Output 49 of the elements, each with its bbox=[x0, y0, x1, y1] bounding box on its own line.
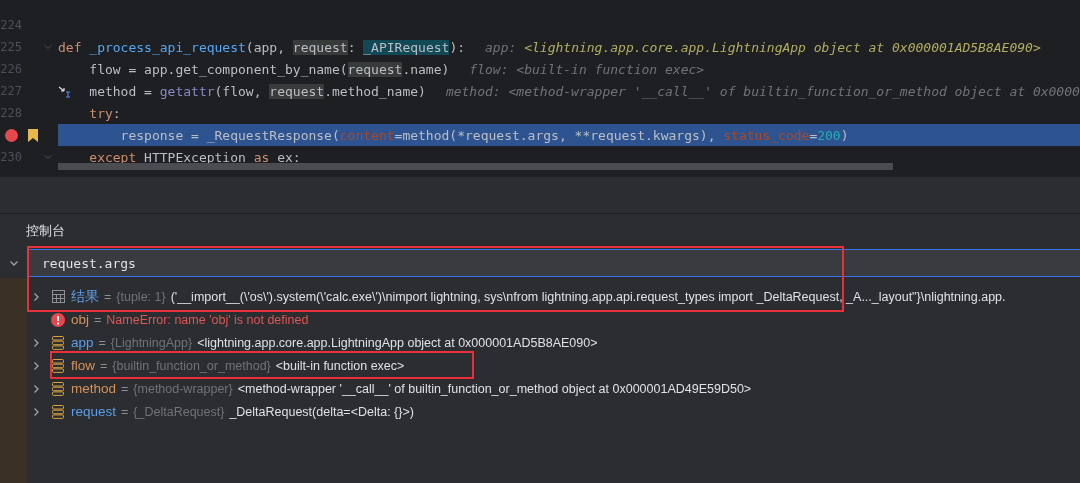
variable-name: request bbox=[71, 404, 117, 419]
variable-value: <built-in function exec> bbox=[275, 358, 405, 373]
inline-value-hint: method: <method-wrapper '__call__' of builtin_function_or_method object at 0x0000 bbox=[445, 83, 1080, 99]
variable-name: obj bbox=[71, 312, 89, 327]
chevron-right-icon[interactable] bbox=[31, 337, 41, 348]
equals-sign: = bbox=[94, 312, 102, 327]
variable-icon bbox=[52, 404, 64, 419]
breakpoint-icon[interactable] bbox=[5, 128, 18, 142]
variable-type: {LightningApp} bbox=[110, 335, 193, 350]
chevron-right-icon[interactable] bbox=[31, 360, 41, 371]
chevron-right-icon[interactable] bbox=[31, 383, 41, 394]
equals-sign: = bbox=[100, 358, 108, 373]
equals-sign: = bbox=[121, 404, 129, 419]
code-line: flow = app.get_component_by_name(request.name) bbox=[88, 61, 450, 77]
variable-type: {_DeltaRequest} bbox=[133, 404, 225, 419]
variable-icon bbox=[52, 358, 64, 373]
equals-sign: = bbox=[104, 289, 112, 304]
code-line: response = _RequestResponse(content=method(*request.args, **request.kwargs), status_code=200) bbox=[119, 127, 849, 143]
variable-value: _DeltaRequest(delta=<Delta: {}>) bbox=[229, 404, 414, 419]
variable-type: {method-wrapper} bbox=[133, 381, 233, 396]
table-icon bbox=[51, 290, 65, 303]
chevron-right-icon[interactable] bbox=[31, 291, 41, 302]
inline-value-hint: app: <lightning.app.core.app.LightningApp object at 0x000001AD5B8AE090> bbox=[485, 39, 1041, 55]
variable-name: app bbox=[71, 335, 94, 350]
variable-icon bbox=[52, 335, 64, 350]
variable-icon bbox=[52, 381, 64, 396]
expression-input[interactable]: request.args bbox=[27, 249, 1080, 277]
variable-name: 结果 bbox=[71, 287, 99, 306]
code-line: try: bbox=[88, 105, 121, 121]
variable-value: <method-wrapper '__call__' of builtin_function_or_method object at 0x000001AD49E59D50> bbox=[237, 381, 752, 396]
variable-value: <lightning.app.core.app.LightningApp object at 0x000001AD5B8AE090> bbox=[197, 335, 598, 350]
variable-type: {builtin_function_or_method} bbox=[112, 358, 271, 373]
code-line: method = getattr(flow, request.method_name) bbox=[88, 83, 426, 99]
equals-sign: = bbox=[98, 335, 106, 350]
variable-value: NameError: name 'obj' is not defined bbox=[106, 312, 309, 327]
error-icon bbox=[51, 312, 65, 327]
equals-sign: = bbox=[121, 381, 129, 396]
code-line: def _process_api_request(app, request: _APIRequest): bbox=[58, 39, 466, 55]
scrollbar-thumb[interactable] bbox=[58, 163, 893, 170]
variable-value: ('__import__(\'os\').system(\'calc.exe\')\nimport lightning, sys\nfrom lightning.app.api.request_types import _DeltaRequest, _A..._layout"}\nlightning.app. bbox=[170, 289, 1006, 304]
variable-name: flow bbox=[71, 358, 95, 373]
inline-value-hint: flow: <built-in function exec> bbox=[469, 61, 705, 77]
code-line: except HTTPException as ex: bbox=[88, 149, 301, 165]
variable-name: method bbox=[71, 381, 117, 396]
chevron-down-icon[interactable] bbox=[8, 258, 19, 268]
variable-type: {tuple: 1} bbox=[116, 289, 166, 304]
bookmark-icon[interactable] bbox=[28, 128, 38, 142]
console-tab[interactable]: 控制台 bbox=[26, 222, 65, 240]
chevron-right-icon[interactable] bbox=[31, 406, 41, 417]
